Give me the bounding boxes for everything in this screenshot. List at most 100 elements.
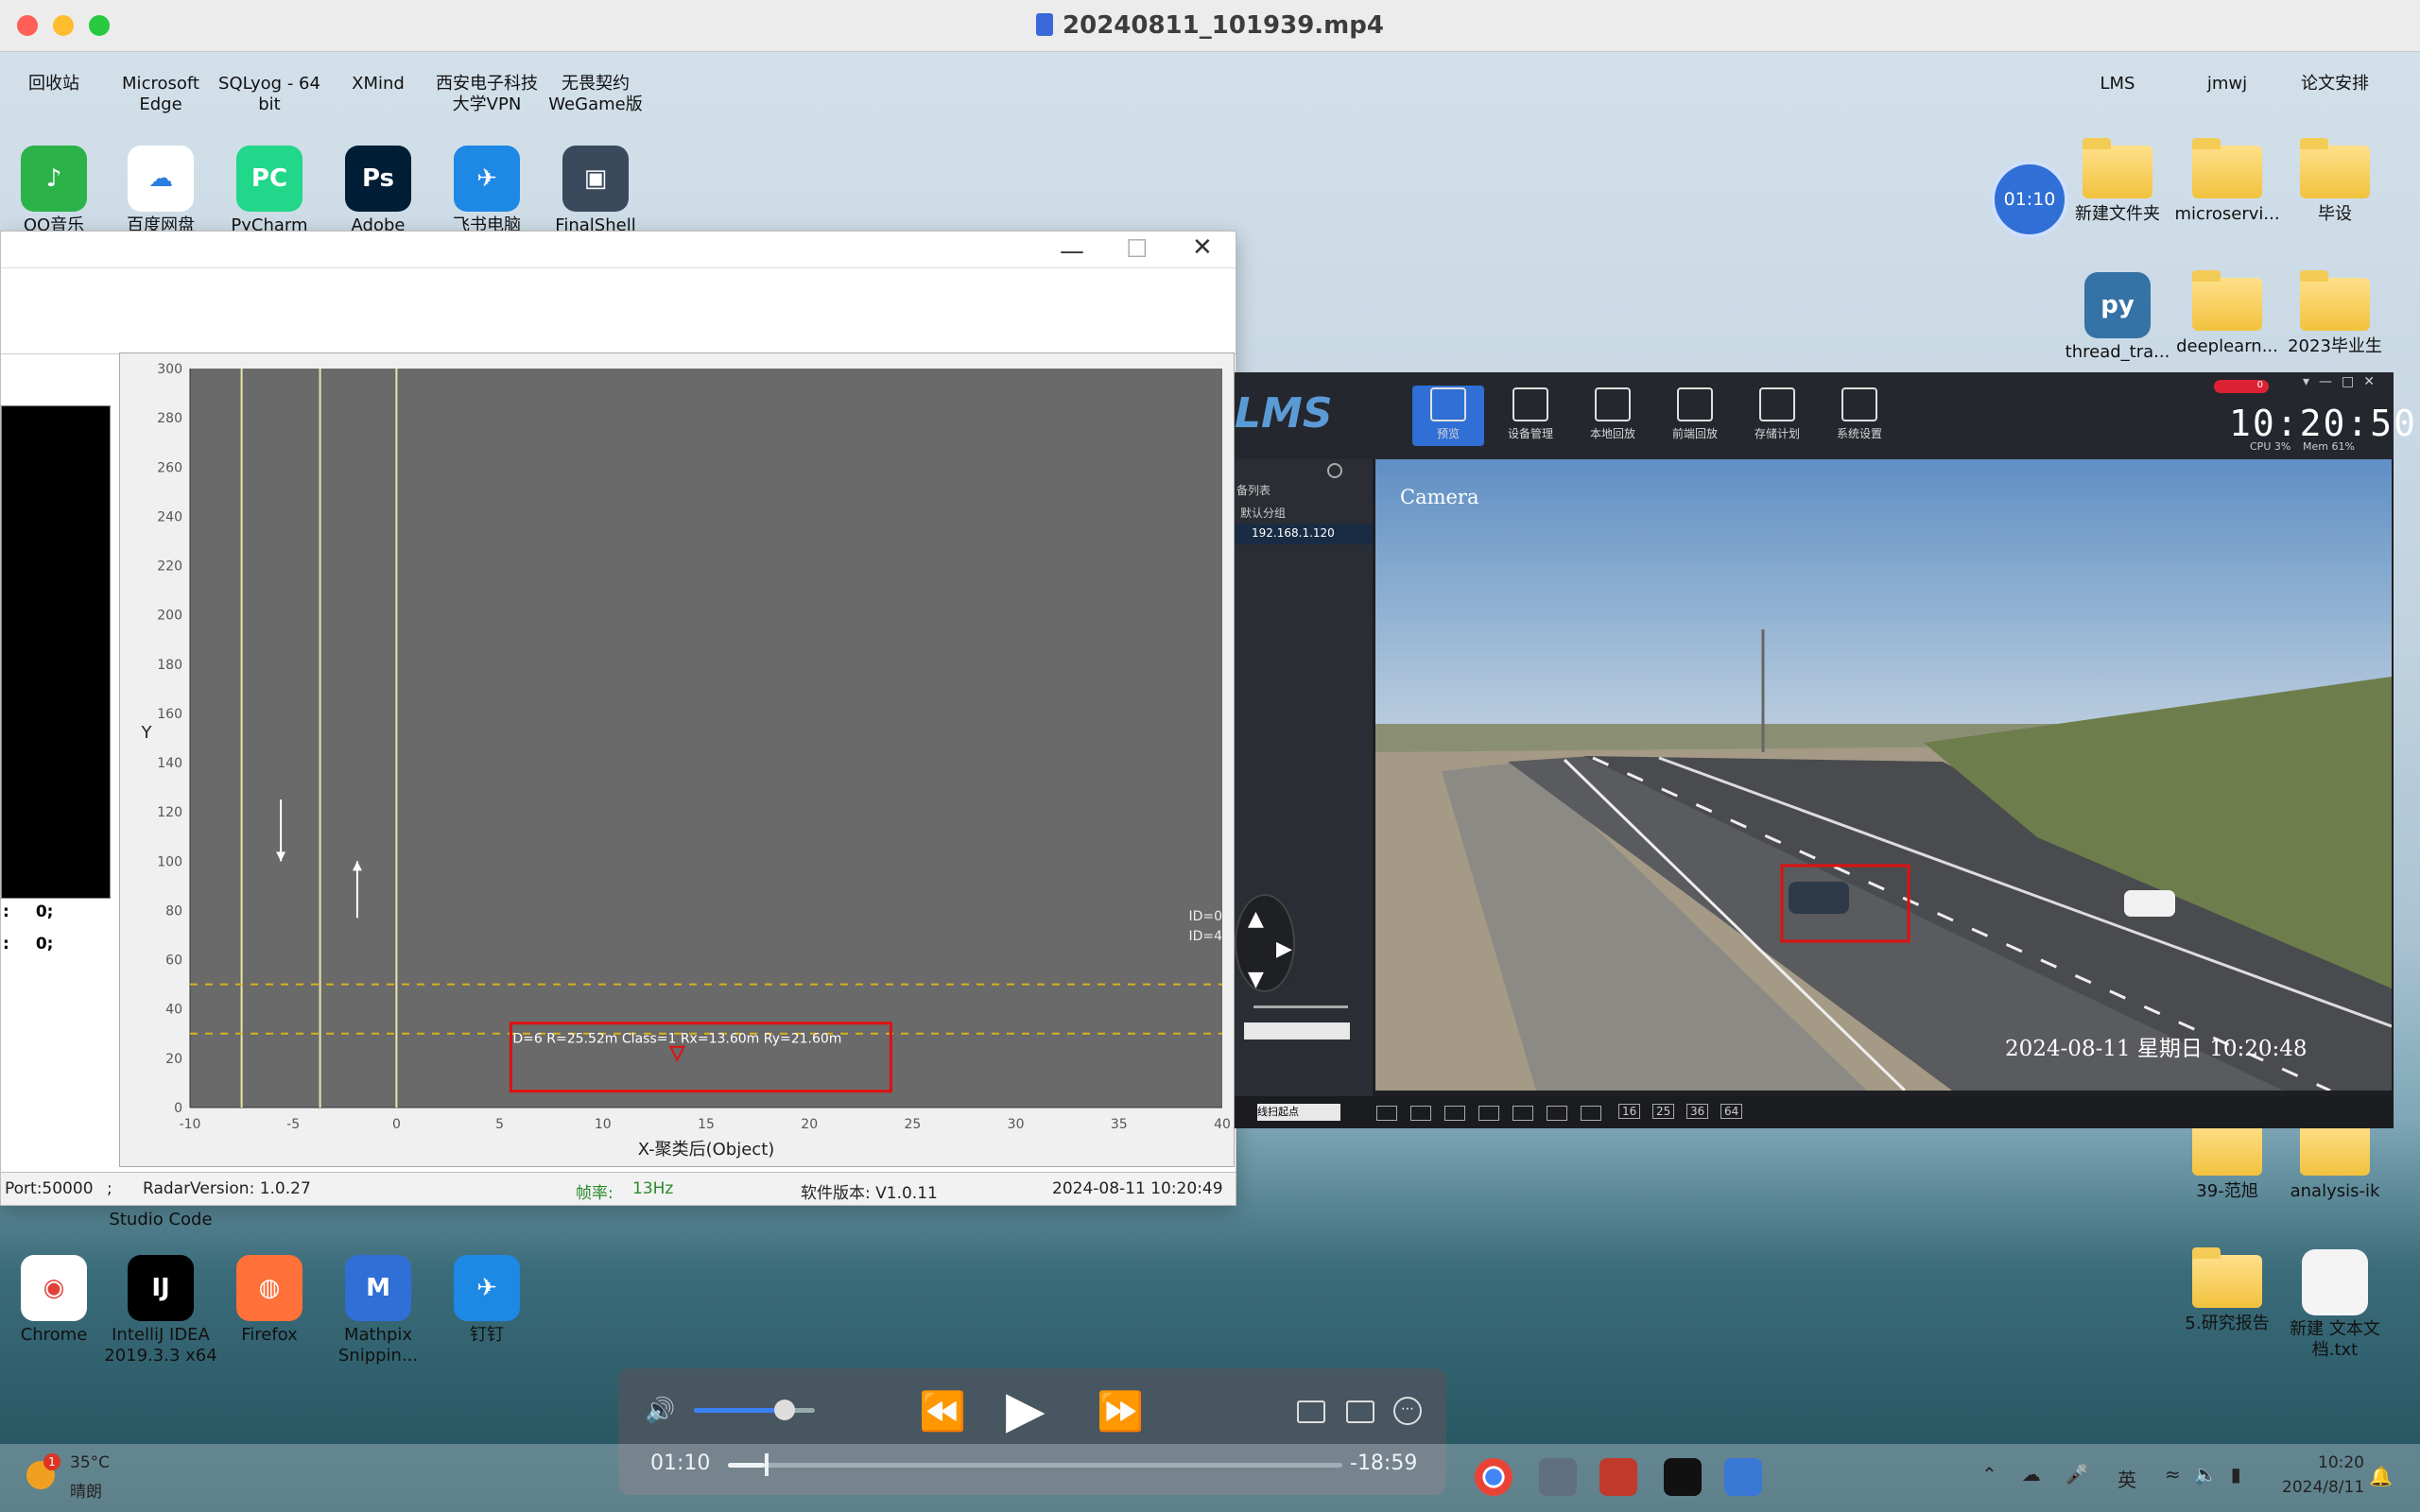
subtitles-icon[interactable] <box>1346 1400 1374 1423</box>
desktop-icon-folder-4[interactable]: microservi... <box>2170 138 2284 225</box>
desktop-icon-right-1[interactable]: jmwj <box>2170 74 2284 94</box>
desktop-icon-top-3[interactable]: XMind <box>321 74 435 94</box>
desktop-icon-bottom-0[interactable]: ◉ Chrome <box>0 1255 111 1346</box>
app-icon: M <box>345 1255 411 1321</box>
lms-tool-3[interactable]: 前端回放 <box>1659 386 1731 446</box>
track-id-label: ID=0 <box>1188 909 1222 924</box>
desktop-icon-bottom-1[interactable]: IJ IntelliJ IDEA 2019.3.3 x64 <box>104 1255 217 1366</box>
desktop-icon-bottom-4[interactable]: ✈ 钉钉 <box>430 1255 544 1346</box>
desktop-icon-top-5[interactable]: 无畏契约WeGame版 <box>539 74 652 115</box>
radar-plot[interactable]: -10 -5 0 5 10 15 20 25 30 35 40 0 20 40 60 80 100 120 140 1… <box>119 352 1235 1167</box>
radar-app-window: — ☐ ✕ :0; :0; -10 -5 0 5 10 15 20 25 30 35 40 0 20 40… <box>0 231 1236 1206</box>
lms-tool-0[interactable]: 预览 <box>1412 386 1484 446</box>
desktop-icon-row2-1[interactable]: ☁ 百度网盘 <box>104 146 217 232</box>
folder-8-icon <box>2300 270 2370 331</box>
track-id-label: ID=4 <box>1188 929 1222 944</box>
taskbar-notepad-icon[interactable] <box>1724 1458 1762 1496</box>
layout-grid-icon[interactable] <box>1581 1106 1601 1121</box>
app-icon: ☁ <box>128 146 194 212</box>
desktop-icon-row2-2[interactable]: PC PyCharm <box>213 146 326 232</box>
volume-icon[interactable]: 🔊 <box>645 1397 675 1425</box>
network-volume-battery[interactable]: ≈🔈▮ <box>2165 1463 2255 1486</box>
layout-36-button[interactable]: 36 <box>1686 1104 1709 1119</box>
more-options-icon[interactable]: ⋯ <box>1393 1397 1422 1425</box>
file-12-icon <box>2302 1249 2368 1315</box>
radar-version-text: RadarVersion: 1.0.27 <box>143 1179 311 1198</box>
taskbar-app-icon[interactable] <box>1539 1458 1577 1496</box>
desktop-icon-folder-5[interactable]: 毕设 <box>2278 138 2392 225</box>
layout-grid-icon[interactable] <box>1547 1106 1567 1121</box>
lms-tool-1[interactable]: 设备管理 <box>1495 386 1566 446</box>
desktop-icon-studio-code[interactable]: Studio Code <box>104 1210 217 1230</box>
ptz-right-icon[interactable]: ▶ <box>1276 937 1292 961</box>
minimize-icon[interactable]: — <box>1060 237 1084 266</box>
close-icon[interactable]: ✕ <box>1192 233 1213 262</box>
airplay-icon[interactable] <box>1297 1400 1325 1423</box>
tray-icons[interactable]: ⌃☁🎤 <box>1981 1463 2114 1486</box>
taskbar-pycharm-icon[interactable] <box>1664 1458 1702 1496</box>
device-item[interactable]: 192.168.1.120 <box>1235 524 1373 544</box>
search-icon[interactable] <box>1327 463 1342 478</box>
desktop-icon-file-12[interactable]: 新建 文本文档.txt <box>2278 1249 2392 1361</box>
desktop-icon-row2-4[interactable]: ✈ 飞书电脑 <box>430 146 544 232</box>
desktop-icon-top-0[interactable]: 回收站 <box>0 74 111 94</box>
desktop-icon-top-1[interactable]: Microsoft Edge <box>104 74 217 115</box>
desktop-icon-row2-3[interactable]: Ps Adobe <box>321 146 435 232</box>
desktop-icon-file-6[interactable]: py thread_tra... <box>2061 272 2174 363</box>
tool-icon <box>1677 387 1713 421</box>
folder-9-icon <box>2192 1115 2262 1176</box>
y-tick-label: 0 <box>174 1101 182 1116</box>
alarm-badge[interactable]: 0 <box>2214 380 2269 393</box>
taskbar-chrome-icon[interactable] <box>1475 1458 1512 1496</box>
device-group[interactable]: 默认分组 <box>1240 505 1286 521</box>
volume-knob[interactable] <box>774 1400 795 1420</box>
lms-window-controls[interactable]: ▾—□✕ <box>2303 374 2384 389</box>
x-tick-label: 25 <box>904 1117 921 1132</box>
ptz-up-icon[interactable]: ▲ <box>1248 907 1264 931</box>
lms-tool-2[interactable]: 本地回放 <box>1577 386 1649 446</box>
desktop-icon-bottom-3[interactable]: M Mathpix Snippin... <box>321 1255 435 1366</box>
camera-view[interactable]: Camera 2024-08-11 星期日 10:20:48 <box>1375 459 2392 1091</box>
volume-fill <box>694 1408 785 1413</box>
layout-grid-icon[interactable] <box>1444 1106 1465 1121</box>
desktop-icon-folder-11[interactable]: 5.研究报告 <box>2170 1247 2284 1334</box>
tool-icon <box>1759 387 1795 421</box>
desktop-icon-right-0[interactable]: LMS <box>2061 74 2174 94</box>
taskbar-game-icon[interactable] <box>1599 1458 1637 1496</box>
lms-tool-5[interactable]: 系统设置 <box>1824 386 1895 446</box>
x-tick-label: 30 <box>1008 1117 1025 1132</box>
desktop-icon-top-2[interactable]: SQLyog - 64 bit <box>213 74 326 115</box>
layout-grid-icon[interactable] <box>1410 1106 1431 1121</box>
desktop-icon-row2-5[interactable]: ▣ FinalShell <box>539 146 652 232</box>
desktop-icon-row2-0[interactable]: ♪ QQ音乐 <box>0 146 111 232</box>
notification-icon[interactable]: 🔔 <box>2369 1465 2393 1487</box>
app-icon: Ps <box>345 146 411 212</box>
ptz-down-icon[interactable]: ▼ <box>1248 968 1264 991</box>
timer-badge[interactable]: 01:10 <box>1991 161 2068 238</box>
play-button[interactable]: ▶ <box>1006 1380 1046 1439</box>
maximize-icon[interactable]: ☐ <box>1126 235 1148 264</box>
lms-tool-4[interactable]: 存储计划 <box>1741 386 1813 446</box>
rewind-button[interactable]: ⏪ <box>919 1389 966 1434</box>
layout-grid-icon[interactable] <box>1512 1106 1533 1121</box>
layout-25-button[interactable]: 25 <box>1652 1104 1675 1119</box>
port-text: Port:50000 <box>5 1179 94 1198</box>
lms-bottom-bar: 线扫起点 16 25 36 64 <box>1235 1096 2394 1128</box>
layout-grid-icon[interactable] <box>1478 1106 1499 1121</box>
fast-forward-button[interactable]: ⏩ <box>1097 1389 1144 1434</box>
desktop-icon-top-4[interactable]: 西安电子科技大学VPN <box>430 74 544 115</box>
scan-select[interactable]: 线扫起点 <box>1257 1104 1340 1121</box>
volume-slider[interactable] <box>694 1400 815 1420</box>
desktop-icon-folder-3[interactable]: 新建文件夹 <box>2061 138 2174 225</box>
preset-select[interactable] <box>1244 1022 1350 1040</box>
layout-16-button[interactable]: 16 <box>1618 1104 1641 1119</box>
app-icon: ◍ <box>236 1255 302 1321</box>
desktop-icon-folder-7[interactable]: deeplearn... <box>2170 270 2284 357</box>
speed-slider[interactable] <box>1253 1005 1348 1008</box>
desktop-icon-folder-8[interactable]: 2023毕业生 <box>2278 270 2392 357</box>
layout-grid-icon[interactable] <box>1376 1106 1397 1121</box>
desktop-icon-right-2[interactable]: 论文安排 <box>2278 74 2392 94</box>
desktop-icon-bottom-2[interactable]: ◍ Firefox <box>213 1255 326 1346</box>
layout-64-button[interactable]: 64 <box>1720 1104 1743 1119</box>
ime-indicator[interactable]: 英 <box>2118 1465 2136 1492</box>
